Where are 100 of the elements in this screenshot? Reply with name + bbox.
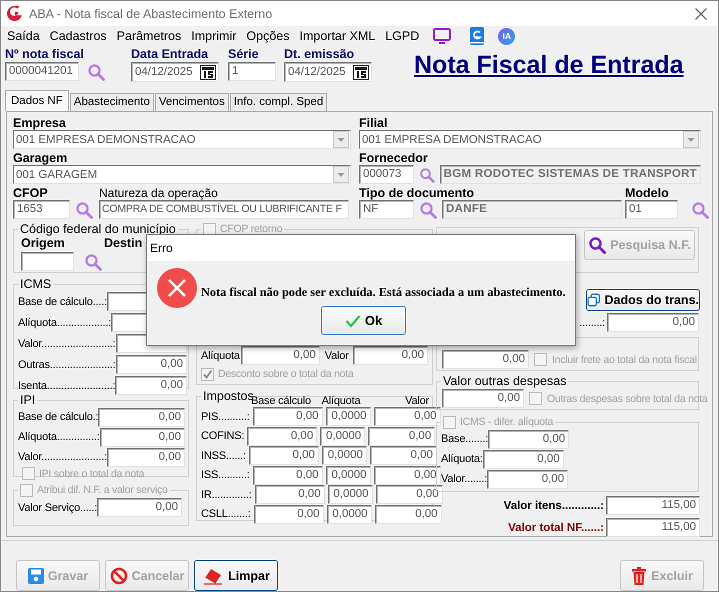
calendar-icon[interactable]: [353, 64, 369, 80]
input-field[interactable]: 115,00: [606, 496, 700, 515]
input-field[interactable]: 0,00: [374, 407, 441, 426]
input-field[interactable]: 0,00: [252, 407, 323, 426]
input-field[interactable]: 0,00: [376, 485, 443, 504]
input-field[interactable]: 0,00: [352, 346, 428, 365]
monitor-icon[interactable]: [433, 28, 452, 44]
input-field[interactable]: 0,00: [482, 450, 564, 468]
ai-button[interactable]: IA: [498, 28, 516, 44]
search-icon[interactable]: [691, 200, 709, 218]
calendar-icon[interactable]: [200, 64, 216, 80]
input-field[interactable]: 01: [625, 200, 678, 219]
input-field[interactable]: 115,00: [606, 518, 700, 537]
input-field[interactable]: [21, 252, 74, 271]
menu-item[interactable]: Imprimir: [186, 29, 242, 43]
input-field[interactable]: 0,00: [488, 430, 570, 448]
input-field[interactable]: 0,00: [254, 504, 324, 524]
tab[interactable]: Vencimentos: [154, 93, 229, 111]
tab[interactable]: Abastecimento: [70, 93, 154, 111]
group-title: Valor outras despesas: [443, 374, 566, 388]
input-field[interactable]: 0,00: [374, 504, 442, 524]
input-field[interactable]: DANFE: [442, 200, 622, 219]
input-field[interactable]: 0,0000: [322, 446, 367, 466]
search-icon[interactable]: [419, 166, 435, 184]
caret-icon: [333, 166, 349, 183]
input-field[interactable]: 0,0000: [320, 426, 366, 446]
field-label: Dt. emissão: [284, 46, 356, 62]
dropdown[interactable]: 001 EMPRESA DEMONSTRACAO: [13, 130, 351, 149]
app-logo-icon: [6, 5, 23, 22]
tab[interactable]: Dados NF: [5, 90, 69, 111]
input-field[interactable]: 0,00: [115, 376, 187, 395]
input-field[interactable]: 0,0000: [326, 407, 371, 426]
input-field[interactable]: COMPRA DE COMBUSTÍVEL OU LUBRIFICANTE F: [99, 200, 349, 219]
field-label: Filial: [359, 116, 388, 130]
input-field[interactable]: 0,0000: [326, 466, 371, 485]
checkbox-label: Incluir frete ao total da nota fiscal: [552, 354, 697, 366]
eraser-icon: [202, 566, 224, 584]
book-icon[interactable]: [469, 27, 486, 45]
action-button[interactable]: Limpar: [194, 560, 278, 591]
input-field[interactable]: 0,00: [442, 389, 524, 408]
group-title: ICMS: [20, 277, 52, 291]
field-label: Isenta.......................:: [18, 380, 116, 392]
dropdown[interactable]: 001 GARAGEM: [13, 165, 351, 184]
field-label: CFOP: [13, 186, 48, 200]
field-label: Garagem: [13, 151, 68, 165]
menu-item[interactable]: Saída: [2, 29, 45, 43]
field-label: Alíquota..............:: [18, 431, 100, 443]
close-icon[interactable]: [694, 6, 708, 20]
input-field[interactable]: 1653: [13, 200, 70, 219]
menu-item[interactable]: Cadastros: [44, 29, 112, 43]
input-field[interactable]: 0,0000: [328, 485, 373, 504]
field-label: Empresa: [13, 116, 66, 130]
input-field[interactable]: NF: [359, 200, 414, 219]
input-field[interactable]: 0,00: [116, 355, 187, 374]
input-field[interactable]: 0,00: [252, 466, 323, 485]
input-field[interactable]: 1: [228, 62, 276, 81]
input-field[interactable]: 0,00: [98, 408, 185, 426]
ok-button[interactable]: Ok: [321, 306, 406, 335]
input-field[interactable]: 0,00: [374, 466, 441, 485]
window-title: ABA - Nota fiscal de Abastecimento Externo: [29, 6, 274, 20]
total-label: Valor itens............:: [504, 498, 604, 512]
field-label: Data Entrada: [131, 46, 210, 62]
check-icon: [344, 314, 361, 328]
input-field[interactable]: 0000041201: [5, 62, 79, 81]
input-field[interactable]: 0,00: [370, 446, 437, 466]
field-label: ISS..........:: [201, 469, 250, 482]
date-field[interactable]: 04/12/2025: [131, 62, 219, 82]
search-icon[interactable]: [87, 62, 105, 80]
input-field[interactable]: 0,00: [368, 426, 436, 446]
input-field[interactable]: 0,00: [100, 428, 185, 446]
input-field[interactable]: 0,00: [487, 470, 568, 488]
date-field[interactable]: 04/12/2025: [284, 62, 372, 82]
checkbox-label: CFOP retorno: [220, 222, 282, 236]
input-field[interactable]: BGM RODOTEC SISTEMAS DE TRANSPORT: [440, 165, 701, 184]
field-label: ........:: [579, 316, 605, 328]
search-icon[interactable]: [75, 200, 93, 218]
input-field[interactable]: 0,00: [97, 498, 182, 517]
input-field[interactable]: 0,00: [607, 313, 699, 332]
transport-data-button[interactable]: Dados do trans.: [586, 289, 700, 311]
menu-item[interactable]: Parâmetros: [112, 29, 186, 43]
input-field[interactable]: 0,0000: [326, 504, 372, 524]
menu-item[interactable]: LGPD: [380, 29, 424, 43]
menu-item[interactable]: Opções: [241, 29, 294, 43]
search-icon[interactable]: [84, 252, 102, 270]
input-field[interactable]: 000073: [359, 165, 414, 184]
input-field[interactable]: 0,00: [106, 448, 185, 466]
save-icon: [28, 568, 44, 584]
input-field[interactable]: 0,00: [247, 426, 318, 446]
tab[interactable]: Info. compl. Sped: [230, 93, 328, 111]
search-icon[interactable]: [419, 200, 437, 218]
menu-item[interactable]: Importar XML: [294, 29, 380, 43]
copy-icon: [587, 291, 601, 309]
checkbox-label: ICMS - difer. alíquota: [460, 415, 554, 429]
input-field[interactable]: 0,00: [248, 446, 319, 466]
field-label: Origem: [20, 236, 66, 250]
input-field[interactable]: 0,00: [254, 485, 325, 504]
field-label: Alíquota:: [441, 453, 483, 465]
dropdown[interactable]: 001 EMPRESA DEMONSTRACAO: [359, 130, 701, 149]
input-field[interactable]: 0,00: [442, 350, 529, 369]
input-field[interactable]: 0,00: [240, 346, 320, 365]
